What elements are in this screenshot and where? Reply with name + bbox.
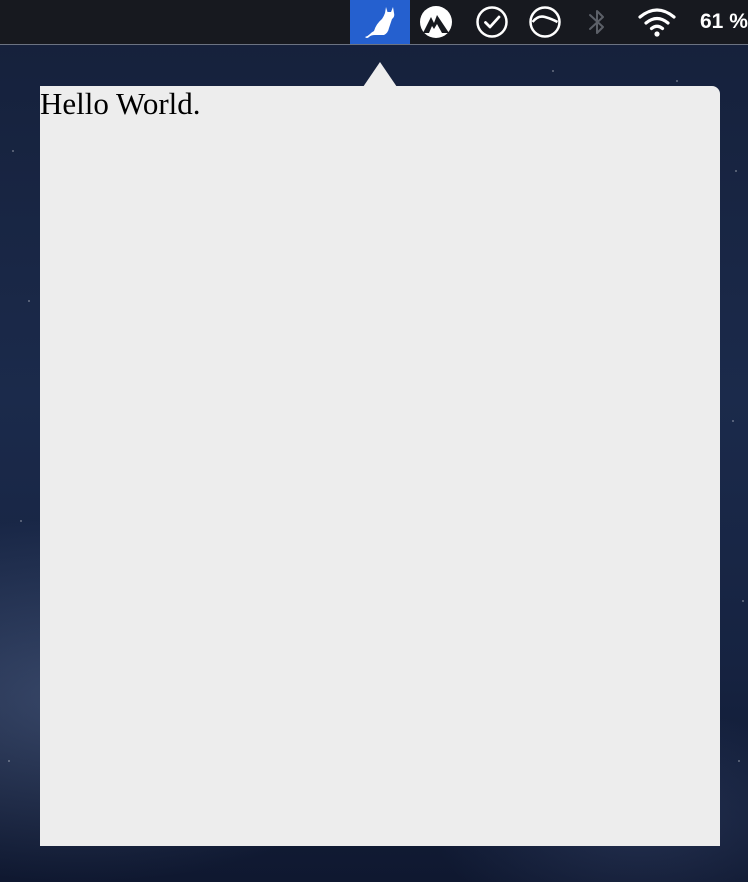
checkmark-circle-icon[interactable] bbox=[472, 0, 512, 44]
popover-arrow bbox=[363, 62, 397, 87]
bluetooth-icon[interactable] bbox=[582, 0, 612, 44]
nordvpn-icon[interactable] bbox=[416, 0, 456, 44]
cat-icon[interactable] bbox=[350, 0, 410, 44]
sync-circle-icon[interactable] bbox=[525, 0, 565, 44]
menu-bar: 61 % bbox=[0, 0, 748, 45]
popover-message: Hello World. bbox=[40, 86, 201, 121]
wifi-icon[interactable] bbox=[634, 0, 680, 44]
battery-percentage[interactable]: 61 % bbox=[700, 10, 748, 34]
menubar-popover: Hello World. bbox=[40, 86, 720, 846]
